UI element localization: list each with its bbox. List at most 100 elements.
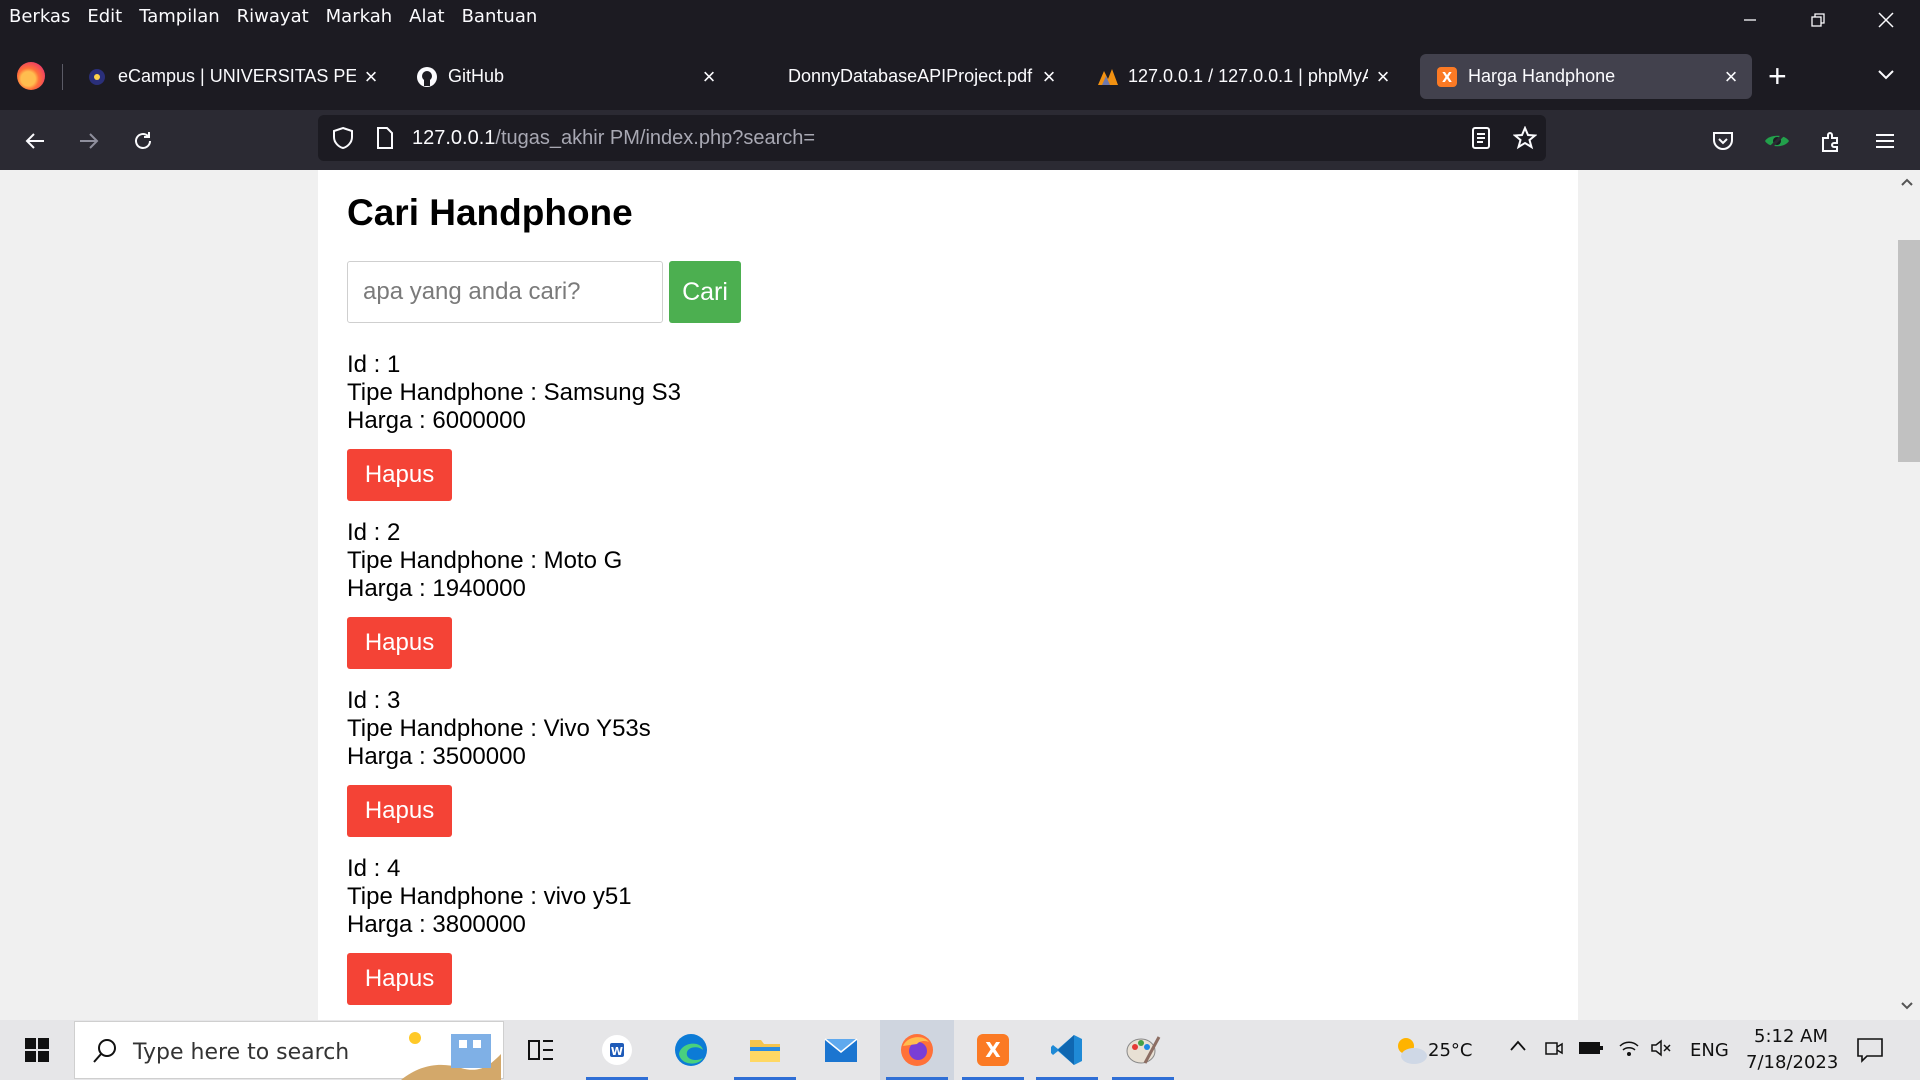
- menu-tampilan[interactable]: Tampilan: [139, 6, 219, 27]
- list-item: Id : 4 Tipe Handphone : vivo y51 Harga :…: [347, 855, 1147, 1020]
- tab-title: eCampus | UNIVERSITAS PELITA: [118, 66, 356, 86]
- tab-phpmyadmin[interactable]: 127.0.0.1 / 127.0.0.1 | phpMyAd ×: [1080, 54, 1404, 99]
- menu-bar: Berkas Edit Tampilan Riwayat Markah Alat…: [0, 0, 1920, 32]
- reader-view-icon[interactable]: [1466, 123, 1496, 153]
- scroll-up-icon[interactable]: [1894, 172, 1920, 192]
- start-button[interactable]: [0, 1020, 74, 1080]
- task-view-icon[interactable]: [504, 1020, 578, 1080]
- page-title: Cari Handphone: [347, 192, 633, 233]
- menu-bantuan[interactable]: Bantuan: [462, 6, 538, 27]
- tab-title: DonnyDatabaseAPIProject.pdf: [788, 66, 1033, 86]
- pocket-icon[interactable]: [1708, 126, 1738, 156]
- xampp-taskbar-icon[interactable]: X: [956, 1020, 1030, 1080]
- edge-icon[interactable]: [654, 1020, 728, 1080]
- item-type: Tipe Handphone : vivo y51: [347, 883, 632, 910]
- meet-now-icon[interactable]: [1544, 1038, 1564, 1063]
- close-tab-icon[interactable]: ×: [356, 64, 386, 90]
- search-icon: [93, 1039, 116, 1063]
- notification-icon[interactable]: [1856, 1036, 1884, 1069]
- delete-button[interactable]: Hapus: [347, 449, 452, 501]
- search-input[interactable]: [347, 261, 663, 323]
- item-id: Id : 2: [347, 519, 401, 546]
- svg-text:X: X: [985, 1038, 1001, 1062]
- word-app-icon[interactable]: W: [580, 1020, 654, 1080]
- tab-divider: [62, 64, 63, 90]
- item-price: Harga : 3500000: [347, 743, 526, 770]
- new-tab-icon[interactable]: +: [1768, 60, 1787, 92]
- delete-button[interactable]: Hapus: [347, 617, 452, 669]
- windows-logo-icon: [25, 1038, 49, 1062]
- menu-riwayat[interactable]: Riwayat: [237, 6, 309, 27]
- vscode-icon[interactable]: [1030, 1020, 1104, 1080]
- vertical-scrollbar[interactable]: [1894, 170, 1920, 1020]
- restore-button[interactable]: [1784, 0, 1852, 40]
- item-id: Id : 1: [347, 351, 401, 378]
- menu-berkas[interactable]: Berkas: [9, 6, 70, 27]
- shield-icon[interactable]: [328, 123, 358, 153]
- weather-temperature[interactable]: 25°C: [1428, 1040, 1472, 1061]
- item-id: Id : 3: [347, 687, 401, 714]
- phpmyadmin-icon: [1096, 66, 1118, 88]
- clock-date[interactable]: 7/18/2023: [1746, 1052, 1838, 1073]
- firefox-taskbar-icon[interactable]: [880, 1020, 954, 1080]
- tab-title: 127.0.0.1 / 127.0.0.1 | phpMyAd: [1128, 66, 1368, 86]
- url-path: /tugas_akhir PM/index.php?search=: [495, 127, 816, 149]
- svg-text:W: W: [611, 1045, 623, 1058]
- close-tab-icon[interactable]: ×: [1368, 64, 1398, 90]
- scroll-down-icon[interactable]: [1894, 996, 1920, 1016]
- mail-icon[interactable]: [804, 1020, 878, 1080]
- results-list: Id : 1 Tipe Handphone : Samsung S3 Harga…: [347, 351, 1147, 1020]
- restore-icon: [1811, 13, 1825, 27]
- close-tab-icon[interactable]: ×: [1716, 64, 1746, 90]
- close-tab-icon[interactable]: ×: [1034, 64, 1064, 90]
- speaker-muted-icon[interactable]: [1650, 1038, 1674, 1063]
- chevron-up-icon[interactable]: [1508, 1036, 1528, 1061]
- back-icon[interactable]: [20, 126, 50, 156]
- delete-button[interactable]: Hapus: [347, 785, 452, 837]
- file-explorer-icon[interactable]: [728, 1020, 802, 1080]
- navigation-toolbar: 127.0.0.1/tugas_akhir PM/index.php?searc…: [0, 110, 1920, 170]
- menu-markah[interactable]: Markah: [326, 6, 393, 27]
- close-window-button[interactable]: [1852, 0, 1920, 40]
- hamburger-menu-icon[interactable]: [1870, 126, 1900, 156]
- tab-ecampus[interactable]: eCampus | UNIVERSITAS PELITA ×: [70, 54, 392, 99]
- page-icon[interactable]: [370, 123, 400, 153]
- paint-icon[interactable]: [1106, 1020, 1180, 1080]
- language-indicator[interactable]: ENG: [1690, 1040, 1729, 1061]
- tab-github[interactable]: GitHub ×: [400, 54, 730, 99]
- forward-icon[interactable]: [74, 126, 104, 156]
- clock-time[interactable]: 5:12 AM: [1754, 1026, 1828, 1047]
- extensions-puzzle-icon[interactable]: [1816, 126, 1846, 156]
- menu-edit[interactable]: Edit: [87, 6, 122, 27]
- item-type: Tipe Handphone : Moto G: [347, 547, 623, 574]
- minimize-button[interactable]: [1716, 0, 1784, 40]
- page-container: Cari Handphone Cari Id : 1 Tipe Handphon…: [318, 170, 1578, 1020]
- tab-pdf[interactable]: DonnyDatabaseAPIProject.pdf ×: [740, 54, 1070, 99]
- taskbar-search-box[interactable]: Type here to search: [74, 1021, 504, 1080]
- battery-icon[interactable]: [1578, 1038, 1604, 1063]
- bookmark-star-icon[interactable]: [1510, 123, 1540, 153]
- firefox-icon[interactable]: [17, 62, 45, 90]
- chevron-down-icon[interactable]: [1876, 64, 1896, 89]
- minimize-icon: [1744, 19, 1756, 21]
- tab-harga-handphone[interactable]: X Harga Handphone ×: [1420, 54, 1752, 99]
- close-tab-icon[interactable]: ×: [694, 64, 724, 90]
- browser-chrome: Berkas Edit Tampilan Riwayat Markah Alat…: [0, 0, 1920, 170]
- search-button[interactable]: Cari: [669, 261, 741, 323]
- delete-button[interactable]: Hapus: [347, 953, 452, 1005]
- reload-icon[interactable]: [128, 126, 158, 156]
- url-text[interactable]: 127.0.0.1/tugas_akhir PM/index.php?searc…: [412, 127, 815, 150]
- extension-eye-icon[interactable]: [1762, 126, 1792, 156]
- list-item: Id : 3 Tipe Handphone : Vivo Y53s Harga …: [347, 687, 1147, 855]
- menu-alat[interactable]: Alat: [409, 6, 444, 27]
- wifi-icon[interactable]: [1618, 1038, 1640, 1063]
- list-item: Id : 2 Tipe Handphone : Moto G Harga : 1…: [347, 519, 1147, 687]
- item-type: Tipe Handphone : Vivo Y53s: [347, 715, 651, 742]
- address-bar[interactable]: 127.0.0.1/tugas_akhir PM/index.php?searc…: [318, 115, 1546, 161]
- item-price: Harga : 1940000: [347, 575, 526, 602]
- taskbar-search-text: Type here to search: [133, 1040, 350, 1065]
- tab-strip: eCampus | UNIVERSITAS PELITA × GitHub × …: [0, 50, 1920, 102]
- item-id: Id : 4: [347, 855, 401, 882]
- scrollbar-thumb[interactable]: [1898, 240, 1920, 462]
- list-item: Id : 1 Tipe Handphone : Samsung S3 Harga…: [347, 351, 1147, 519]
